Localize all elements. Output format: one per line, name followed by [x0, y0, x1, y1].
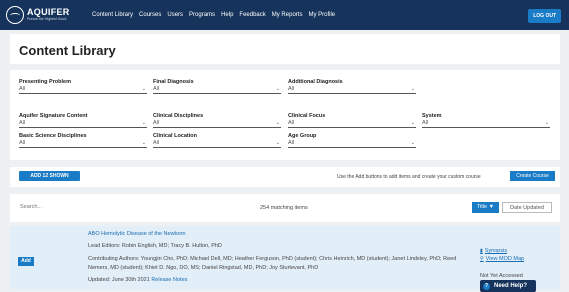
filter-label: Final Diagnosis: [153, 79, 194, 85]
filter-system: System All ⌄: [422, 113, 550, 128]
filter-label: Aquifer Signature Content: [19, 113, 88, 119]
nav-courses[interactable]: Courses: [139, 12, 161, 18]
updated-text: Updated: June 30th 2021: [88, 277, 150, 283]
filter-label: Basic Science Disciplines: [19, 133, 87, 139]
updated-date: Updated: June 30th 2021 Release Notes: [88, 277, 187, 283]
sort-title-button[interactable]: Title ▼: [472, 202, 499, 213]
map-icon: ⚲: [480, 256, 484, 262]
select-value: All: [288, 120, 295, 126]
page-title: Content Library: [19, 43, 116, 58]
chevron-down-icon: ⌄: [544, 120, 549, 126]
select-value: All: [153, 140, 160, 146]
presenting-problem-select[interactable]: All ⌄: [19, 86, 147, 94]
clinical-focus-select[interactable]: All ⌄: [288, 120, 416, 128]
logo-tagline: Pursue the Highest Good: [27, 17, 67, 21]
select-value: All: [19, 86, 26, 92]
chevron-down-icon: ⌄: [275, 120, 280, 126]
synopsis-label: Synopsis: [484, 248, 508, 254]
filter-panel: Presenting Problem All ⌄ Final Diagnosis …: [10, 70, 560, 160]
lead-editors: Lead Editors: Robin English, MD; Tracy B…: [88, 243, 222, 249]
chevron-down-icon: ⌄: [141, 120, 146, 126]
aquifer-logo-icon: [6, 6, 24, 24]
filter-basic-science: Basic Science Disciplines All ⌄: [19, 133, 147, 148]
mod-map-link[interactable]: ⚲ View MOD Map: [480, 256, 524, 262]
filter-label: Clinical Disciplines: [153, 113, 204, 119]
chevron-down-icon: ⌄: [410, 86, 415, 92]
nav-programs[interactable]: Programs: [189, 12, 215, 18]
select-value: All: [153, 86, 160, 92]
action-bar: ADD 12 SHOWN Use the Add buttons to add …: [10, 167, 560, 187]
main-nav: Content Library Courses Users Programs H…: [92, 12, 341, 18]
select-value: All: [288, 140, 295, 146]
document-icon: ▮: [480, 248, 483, 254]
filter-label: Clinical Location: [153, 133, 198, 139]
nav-users[interactable]: Users: [167, 12, 183, 18]
filter-age-group: Age Group All ⌄: [288, 133, 416, 148]
nav-help[interactable]: Help: [221, 12, 233, 18]
list-item: Add ABO Hemolytic Disease of the Newborn…: [10, 226, 560, 292]
case-side-links: ▮ Synopsis ⚲ View MOD Map Not Yet Accessed: [480, 248, 524, 282]
nav-my-profile[interactable]: My Profile: [308, 12, 335, 18]
aquifer-logo[interactable]: AQUIFER Pursue the Highest Good: [6, 6, 80, 24]
need-help-label: Need Help?: [494, 283, 528, 289]
additional-diagnosis-select[interactable]: All ⌄: [288, 86, 416, 94]
logo-text: AQUIFER Pursue the Highest Good: [27, 8, 70, 22]
add-shown-button[interactable]: ADD 12 SHOWN: [19, 171, 80, 181]
logo-name: AQUIFER: [27, 7, 70, 17]
system-select[interactable]: All ⌄: [422, 120, 550, 128]
add-button[interactable]: Add: [18, 257, 34, 266]
create-course-button[interactable]: Create Course: [510, 171, 555, 181]
age-group-select[interactable]: All ⌄: [288, 140, 416, 148]
logout-button[interactable]: LOG OUT: [528, 9, 561, 23]
chevron-down-icon: ⌄: [141, 86, 146, 92]
contributing-authors: Contributing Authors: Youngjin Cho, PhD;…: [88, 256, 457, 271]
filter-signature-content: Aquifer Signature Content All ⌄: [19, 113, 147, 128]
select-value: All: [288, 86, 295, 92]
filter-additional-diagnosis: Additional Diagnosis All ⌄: [288, 79, 416, 94]
select-value: All: [19, 120, 26, 126]
filter-final-diagnosis: Final Diagnosis All ⌄: [153, 79, 281, 94]
clinical-location-select[interactable]: All ⌄: [153, 140, 281, 148]
filter-clinical-location: Clinical Location All ⌄: [153, 133, 281, 148]
question-icon: ?: [483, 282, 490, 290]
chevron-down-icon: ⌄: [410, 140, 415, 146]
chevron-down-icon: ⌄: [275, 140, 280, 146]
filter-presenting-problem: Presenting Problem All ⌄: [19, 79, 147, 94]
release-notes-link[interactable]: Release Notes: [151, 277, 187, 283]
search-bar: 254 matching items Title ▼ Date Updated: [10, 194, 560, 222]
chevron-down-icon: ⌄: [275, 86, 280, 92]
filter-label: Age Group: [288, 133, 317, 139]
signature-content-select[interactable]: All ⌄: [19, 120, 147, 128]
chevron-down-icon: ⌄: [410, 120, 415, 126]
filter-label: Clinical Focus: [288, 113, 326, 119]
filter-clinical-disciplines: Clinical Disciplines All ⌄: [153, 113, 281, 128]
chevron-down-icon: ⌄: [141, 140, 146, 146]
filter-label: Additional Diagnosis: [288, 79, 343, 85]
case-title-link[interactable]: ABO Hemolytic Disease of the Newborn: [88, 231, 186, 237]
nav-my-reports[interactable]: My Reports: [272, 12, 303, 18]
match-count: 254 matching items: [260, 205, 308, 211]
top-navigation-bar: AQUIFER Pursue the Highest Good Content …: [0, 0, 569, 30]
mod-map-label: View MOD Map: [485, 256, 525, 262]
basic-science-select[interactable]: All ⌄: [19, 140, 147, 148]
select-value: All: [422, 120, 429, 126]
synopsis-link[interactable]: ▮ Synopsis: [480, 248, 524, 254]
nav-content-library[interactable]: Content Library: [92, 12, 133, 18]
select-value: All: [153, 120, 160, 126]
need-help-button[interactable]: ? Need Help?: [480, 280, 536, 292]
title-panel: Content Library: [10, 34, 560, 64]
nav-feedback[interactable]: Feedback: [239, 12, 265, 18]
filter-clinical-focus: Clinical Focus All ⌄: [288, 113, 416, 128]
clinical-disciplines-select[interactable]: All ⌄: [153, 120, 281, 128]
filter-label: Presenting Problem: [19, 79, 71, 85]
select-value: All: [19, 140, 26, 146]
sort-date-button[interactable]: Date Updated: [502, 202, 552, 213]
access-status: Not Yet Accessed: [480, 273, 523, 279]
search-input[interactable]: [20, 201, 120, 213]
add-help-text: Use the Add buttons to add items and cre…: [337, 174, 481, 180]
final-diagnosis-select[interactable]: All ⌄: [153, 86, 281, 94]
filter-label: System: [422, 113, 442, 119]
